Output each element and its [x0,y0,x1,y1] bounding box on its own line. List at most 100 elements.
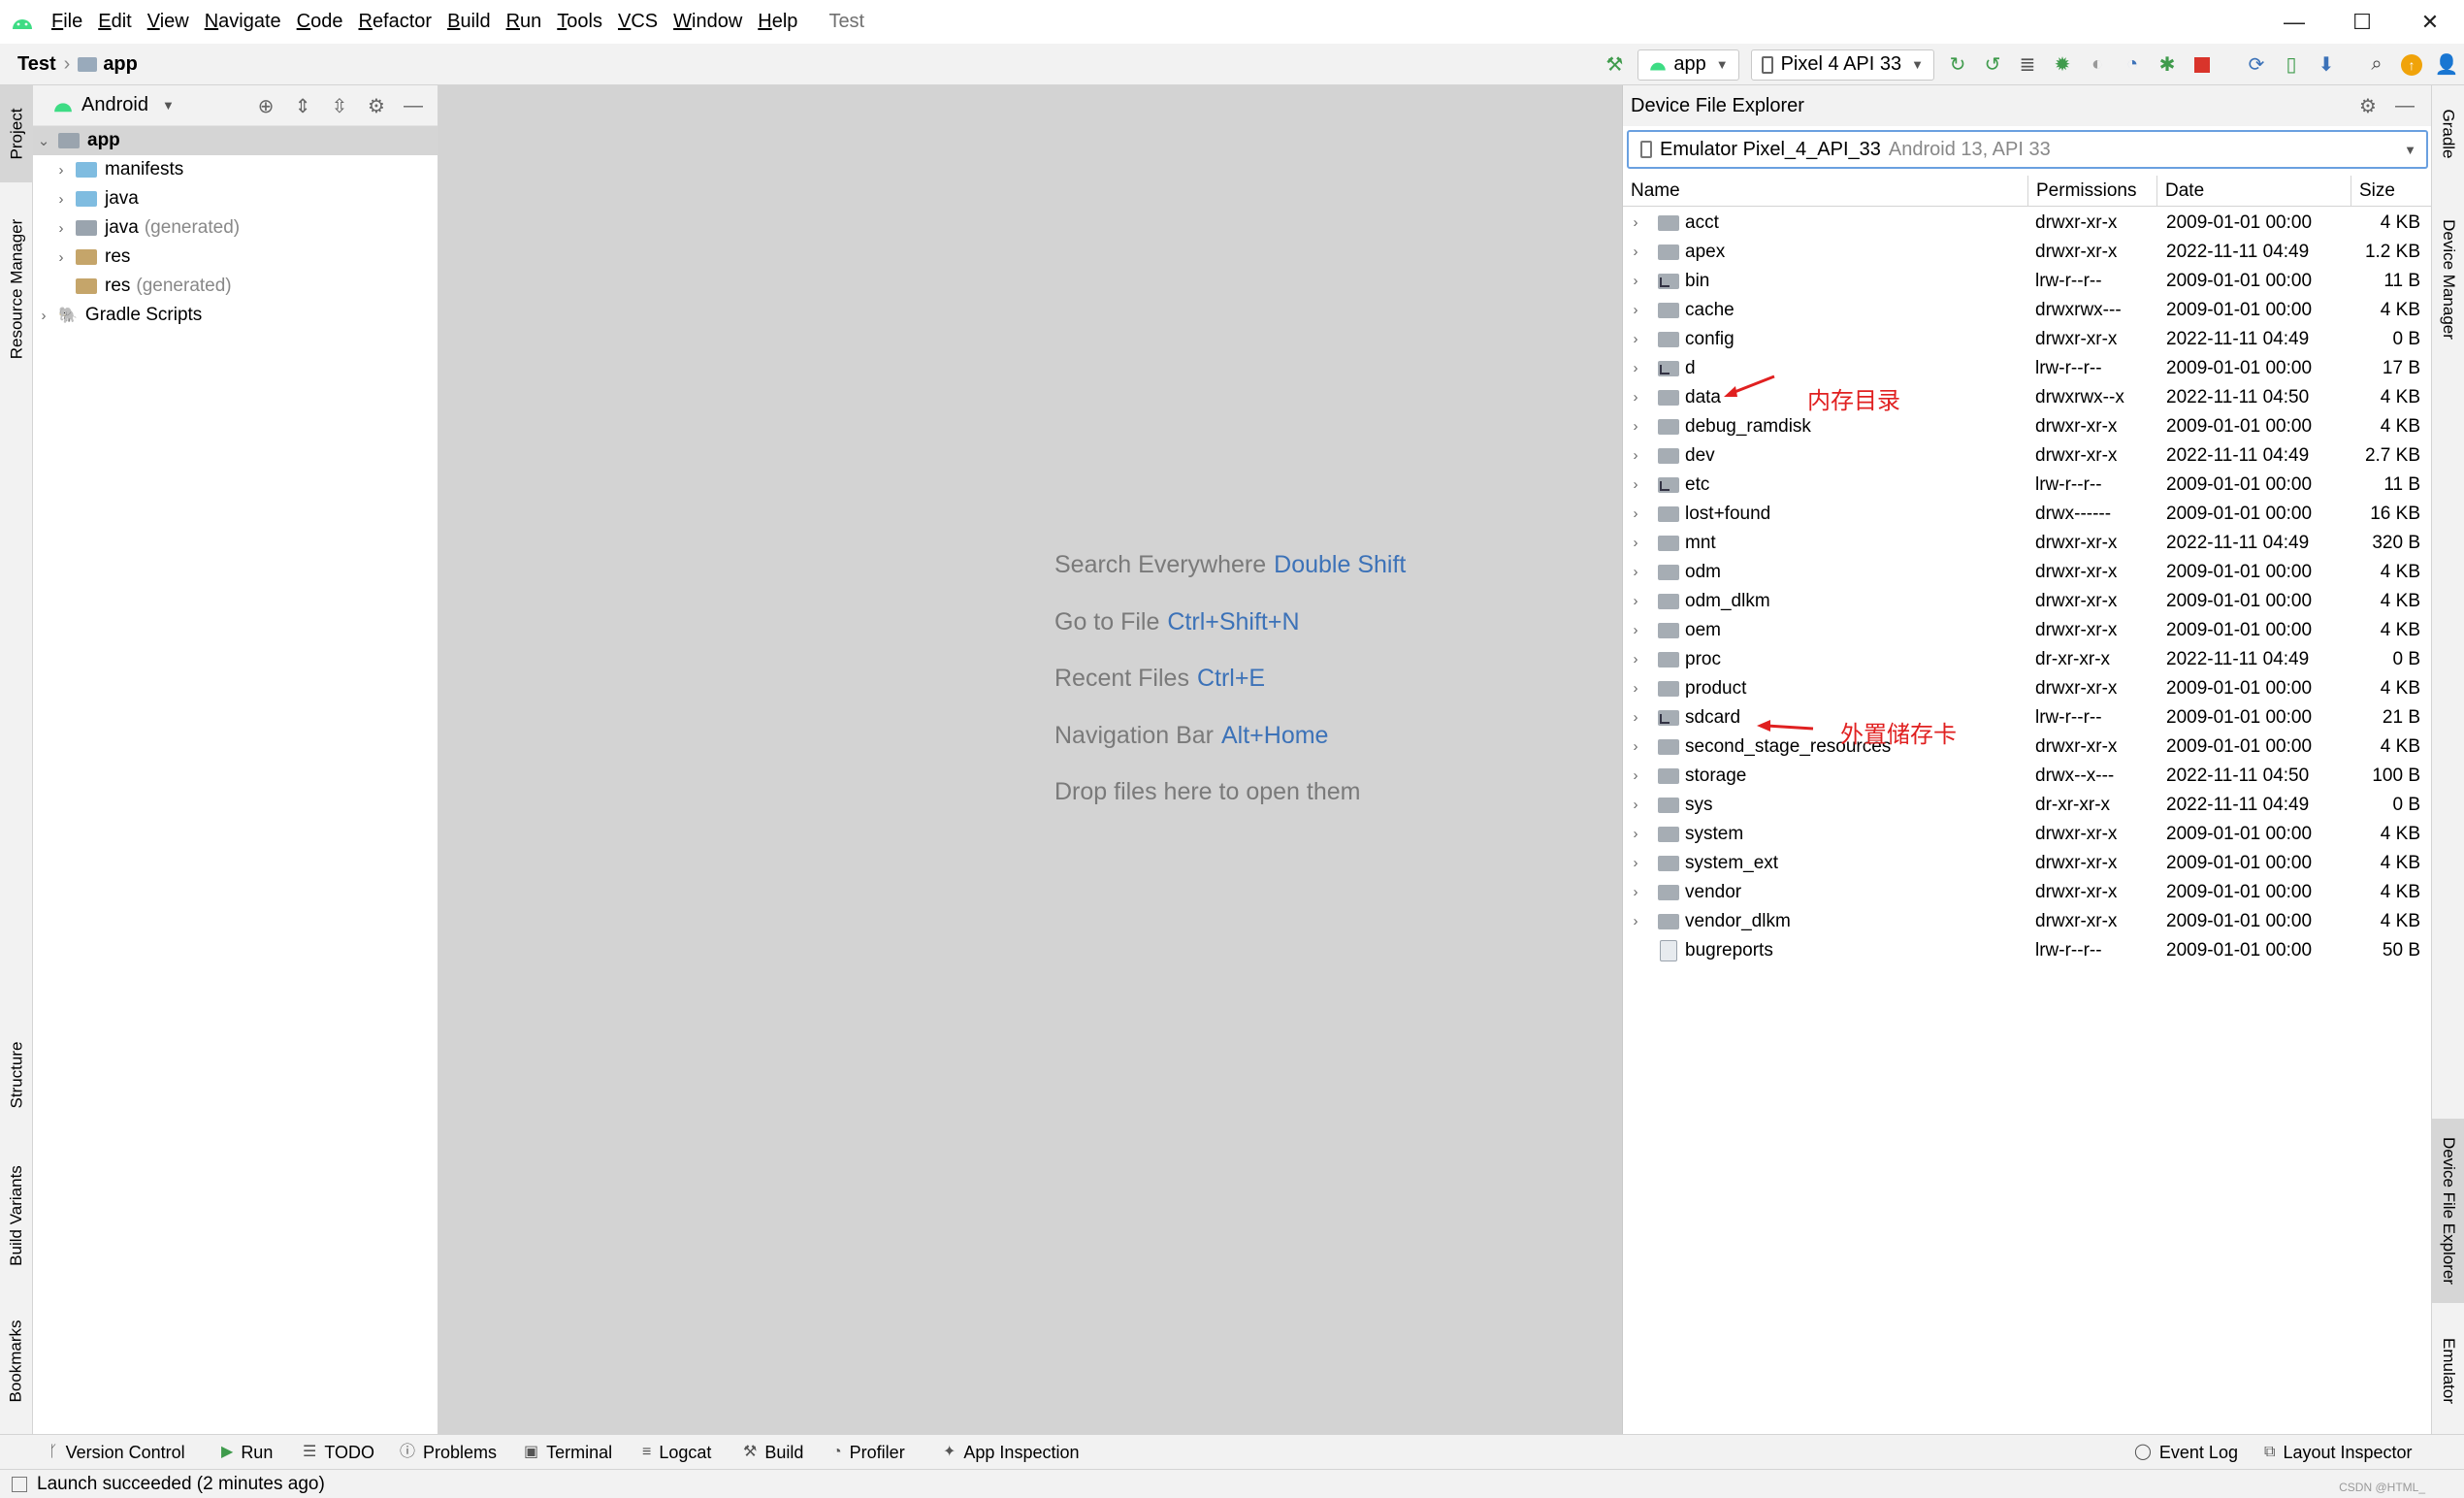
tree-item[interactable]: › java (generated) [33,213,438,243]
menu-item[interactable]: Help [750,0,805,44]
tab-event-log[interactable]: ◯ Event Log [2134,1435,2238,1470]
tab-layout-inspector[interactable]: ⧉ Layout Inspector [2264,1435,2413,1470]
maximize-button[interactable]: ☐ [2328,0,2396,44]
tree-item[interactable]: › java [33,184,438,213]
tab-device-file-explorer[interactable]: Device File Explorer [2432,1119,2464,1303]
device-select[interactable]: Pixel 4 API 33 ▼ [1750,49,1934,81]
file-row[interactable]: › bin lrw-r--r-- 2009-01-01 00:00 11 B [1623,267,2432,296]
menu-item[interactable]: Navigate [197,0,289,44]
menu-item[interactable]: Window [665,0,750,44]
menu-item[interactable]: Run [499,0,550,44]
file-row[interactable]: › config drwxr-xr-x 2022-11-11 04:49 0 B [1623,325,2432,354]
chevron-right-icon[interactable]: › [1627,587,1644,616]
editor-empty-area[interactable]: Search Everywhere Double Shift Go to File C… [438,85,1622,1434]
chevron-right-icon[interactable]: › [1627,558,1644,587]
tab-problems[interactable]: ⓘ Problems [400,1435,497,1470]
status-toggle-icon[interactable] [12,1476,27,1492]
search-icon[interactable]: ⌕ [2359,48,2394,82]
tab-bookmarks[interactable]: Bookmarks [0,1298,33,1424]
tree-item[interactable]: › manifests [33,155,438,184]
chevron-right-icon[interactable]: › [1627,383,1644,412]
tree-item[interactable]: res (generated) [33,272,438,301]
chevron-right-icon[interactable]: › [1627,296,1644,325]
breadcrumb-module[interactable]: app [103,53,138,76]
make-project-hammer-icon[interactable]: ⚒ [1597,48,1632,82]
file-row[interactable]: › apex drwxr-xr-x 2022-11-11 04:49 1.2 KB [1623,238,2432,267]
chevron-right-icon[interactable]: › [1627,325,1644,354]
column-name[interactable]: Name [1623,176,2028,207]
chevron-down-icon[interactable]: ▼ [162,98,175,113]
chevron-right-icon[interactable]: › [1627,616,1644,645]
chevron-right-icon[interactable]: › [1627,529,1644,558]
attach-debugger-icon[interactable]: ✱ [2150,48,2185,82]
menu-item[interactable]: Build [439,0,498,44]
file-row[interactable]: › system drwxr-xr-x 2009-01-01 00:00 4 KB [1623,820,2432,849]
menu-item[interactable]: Refactor [350,0,439,44]
gear-icon[interactable]: ⚙ [358,94,395,118]
menu-item[interactable]: Edit [90,0,139,44]
menu-item[interactable]: View [140,0,197,44]
chevron-right-icon[interactable]: › [1627,733,1644,762]
chevron-right-icon[interactable]: › [1627,762,1644,791]
file-row[interactable]: › odm drwxr-xr-x 2009-01-01 00:00 4 KB [1623,558,2432,587]
menu-item[interactable]: VCS [610,0,665,44]
tab-device-manager[interactable]: Device Manager [2432,197,2464,362]
column-size[interactable]: Size [2351,176,2432,207]
chevron-right-icon[interactable]: › [1627,267,1644,296]
expand-all-icon[interactable]: ⇕ [284,94,321,118]
tab-app-inspection[interactable]: ✦ App Inspection [943,1435,1080,1470]
tab-logcat[interactable]: ≡ Logcat [642,1435,711,1470]
hide-icon[interactable]: — [395,95,432,117]
tree-item[interactable]: › res [33,243,438,272]
file-row[interactable]: bugreports lrw-r--r-- 2009-01-01 00:00 50 B [1623,936,2432,965]
tree-item[interactable]: ⌄ app [33,126,438,155]
update-icon[interactable]: ↑ [2394,48,2429,82]
column-date[interactable]: Date [2157,176,2351,207]
file-row[interactable]: › storage drwx--x--- 2022-11-11 04:50 100 B [1623,762,2432,791]
tab-build[interactable]: ⚒ Build [743,1435,803,1470]
chevron-right-icon[interactable]: › [1627,471,1644,500]
tab-profiler[interactable]: ◔ Profiler [832,1435,905,1470]
file-row[interactable]: › lost+found drwx------ 2009-01-01 00:00 16 … [1623,500,2432,529]
tab-emulator[interactable]: Emulator [2432,1318,2464,1424]
chevron-right-icon[interactable]: › [1627,907,1644,936]
close-button[interactable]: ✕ [2396,0,2464,44]
apply-code-changes-icon[interactable]: ≣ [2010,48,2045,82]
file-row[interactable]: › vendor_dlkm drwxr-xr-x 2009-01-01 00:00 4 … [1623,907,2432,936]
device-manager-icon[interactable]: ▯ [2274,48,2309,82]
chevron-right-icon[interactable]: › [1627,703,1644,733]
file-row[interactable]: › sdcard lrw-r--r-- 2009-01-01 00:00 21 B [1623,703,2432,733]
chevron-right-icon[interactable]: › [1627,820,1644,849]
file-row[interactable]: › debug_ramdisk drwxr-xr-x 2009-01-01 00:00… [1623,412,2432,441]
sync-gradle-icon[interactable]: ⟳ [2239,48,2274,82]
gear-icon[interactable]: ⚙ [2350,94,2386,118]
stop-icon[interactable] [2185,48,2220,82]
file-row[interactable]: › acct drwxr-xr-x 2009-01-01 00:00 4 KB [1623,209,2432,238]
file-row[interactable]: › second_stage_resources drwxr-xr-x 2009-01… [1623,733,2432,762]
menu-item[interactable]: Code [289,0,351,44]
user-icon[interactable]: 👤 [2429,48,2464,82]
debug-icon[interactable]: ✹ [2045,48,2080,82]
file-row[interactable]: › etc lrw-r--r-- 2009-01-01 00:00 11 B [1623,471,2432,500]
file-row[interactable]: › vendor drwxr-xr-x 2009-01-01 00:00 4 KB [1623,878,2432,907]
minimize-button[interactable]: — [2260,0,2328,44]
sdk-manager-icon[interactable]: ⬇ [2309,48,2344,82]
tab-terminal[interactable]: ▣ Terminal [524,1435,612,1470]
chevron-right-icon[interactable]: › [35,308,52,324]
chevron-right-icon[interactable]: › [1627,441,1644,471]
chevron-right-icon[interactable]: › [1627,674,1644,703]
chevron-right-icon[interactable]: › [52,191,70,208]
file-row[interactable]: › mnt drwxr-xr-x 2022-11-11 04:49 320 B [1623,529,2432,558]
chevron-right-icon[interactable]: › [1627,209,1644,238]
file-row[interactable]: › product drwxr-xr-x 2009-01-01 00:00 4 KB [1623,674,2432,703]
menu-item[interactable]: Tools [549,0,610,44]
column-permissions[interactable]: Permissions [2028,176,2157,207]
chevron-right-icon[interactable]: › [1627,354,1644,383]
tab-resource-manager[interactable]: Resource Manager [0,192,33,386]
chevron-right-icon[interactable]: › [52,220,70,237]
chevron-right-icon[interactable]: › [1627,412,1644,441]
apply-changes-icon[interactable]: ↺ [1975,48,2010,82]
chevron-right-icon[interactable]: › [1627,645,1644,674]
tab-run[interactable]: ▶ Run [221,1435,273,1470]
menu-item[interactable]: File [44,0,90,44]
